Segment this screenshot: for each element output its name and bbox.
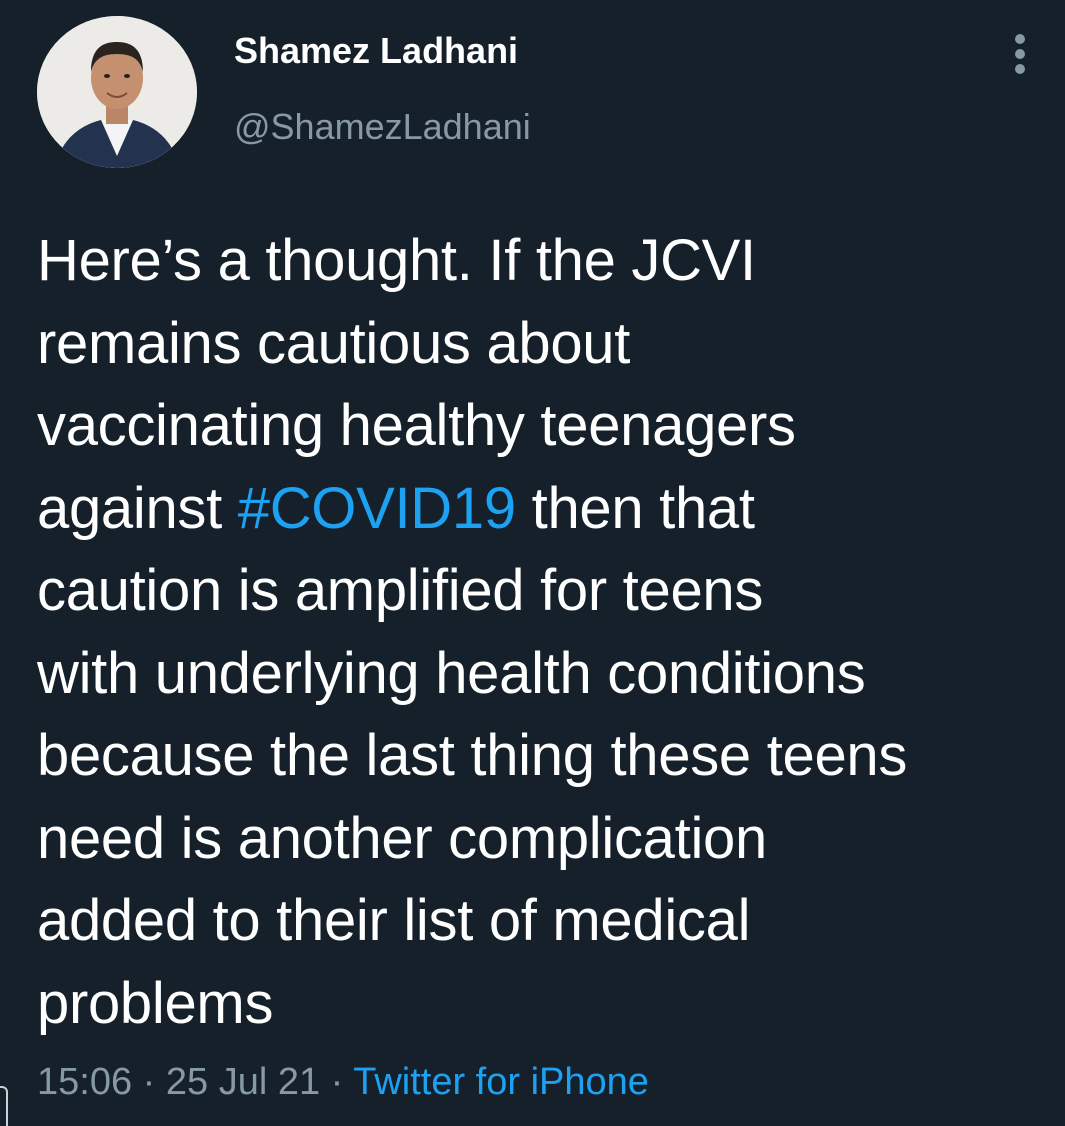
tweet-text-line: vaccinating healthy teenagers [37,385,1047,468]
tweet-text-segment: problems [37,970,274,1036]
tweet-text-segment: caution is amplified for teens [37,558,764,623]
tweet-text-line: against #COVID19 then that [37,468,1047,551]
tweet-text-segment: Here’s a thought. If the JCVI [37,228,756,293]
tweet-text-line: added to their list of medical [37,880,1047,963]
frame-corner [0,1086,8,1126]
tweet-text-line: because the last thing these teens [37,715,1047,798]
meta-separator: · [142,1061,156,1103]
tweet-date: 25 Jul 21 [165,1061,321,1103]
tweet-text-segment: remains cautious about [37,310,631,376]
tweet-text-segment: then that [515,475,755,541]
tweet-text-line: with underlying health conditions [37,633,1047,716]
display-name[interactable]: Shamez Ladhani [234,30,518,72]
tweet-text-segment: vaccinating healthy teenagers [37,393,796,458]
user-handle[interactable]: @ShamezLadhani [234,106,531,148]
more-options-button[interactable] [1000,30,1040,78]
meta-separator: · [330,1061,344,1103]
avatar-photo [37,16,197,168]
tweet-source-link[interactable]: Twitter for iPhone [353,1061,649,1103]
tweet-text-segment: against [37,475,238,541]
tweet-text-line: remains cautious about [37,303,1047,386]
tweet-text-line: need is another complication [37,798,1047,881]
tweet-meta: 15:06 · 25 Jul 21 · Twitter for iPhone [37,1058,649,1106]
tweet-text-line: caution is amplified for teens [37,550,1047,633]
hashtag-link[interactable]: #COVID19 [238,476,516,541]
tweet-card: Shamez Ladhani @ShamezLadhani Here’s a t… [0,0,1065,1126]
tweet-text-segment: with underlying health conditions [37,640,866,706]
tweet-time: 15:06 [37,1061,133,1103]
tweet-text: Here’s a thought. If the JCVI remains cau… [37,220,1047,1045]
tweet-text-segment: added to their list of medical [37,888,751,953]
tweet-text-line: problems [37,963,1047,1046]
tweet-text-line: Here’s a thought. If the JCVI [37,220,1047,303]
tweet-text-segment: need is another complication [37,805,767,871]
tweet-text-segment: because the last thing these teens [37,723,908,788]
avatar[interactable] [37,16,197,168]
